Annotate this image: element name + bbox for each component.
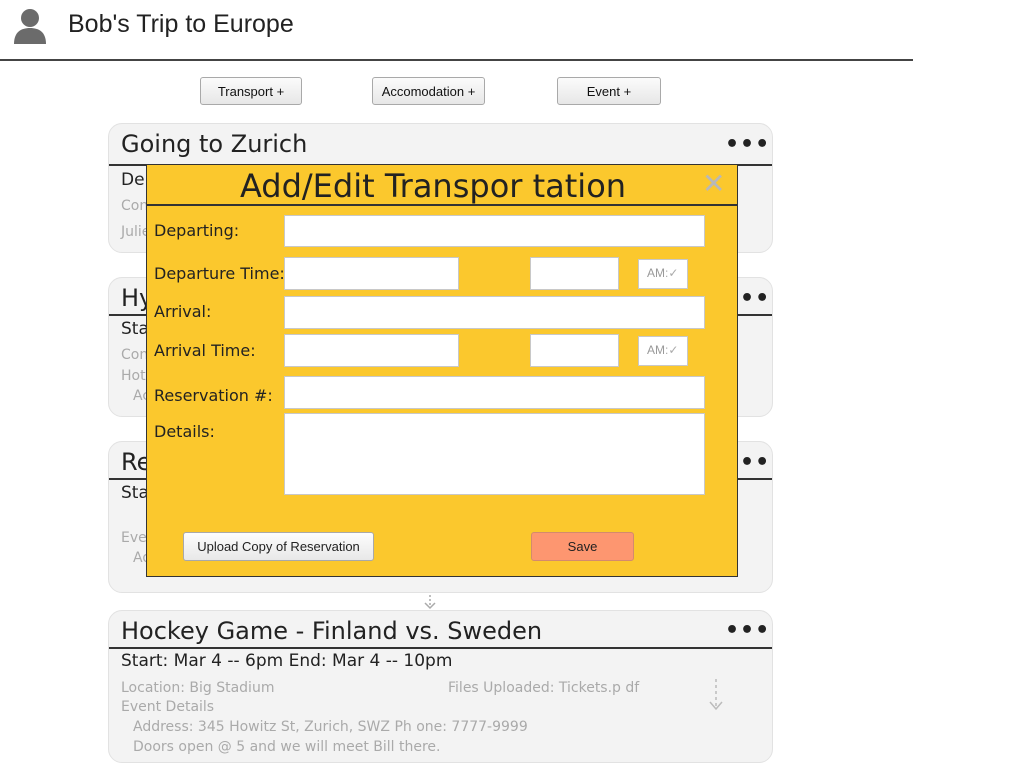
down-arrow-icon <box>709 679 723 711</box>
arrival-input[interactable] <box>284 296 705 329</box>
dialog-divider <box>147 204 737 206</box>
add-accommodation-button[interactable]: Accomodation + <box>372 77 485 105</box>
itinerary-card-event[interactable]: Hockey Game - Finland vs. Sweden ••• Sta… <box>108 610 773 763</box>
add-event-button[interactable]: Event + <box>557 77 661 105</box>
details-label: Details: <box>154 422 215 441</box>
event-location: Location: Big Stadium <box>121 680 275 696</box>
trip-title: Bob's Trip to Europe <box>68 10 294 38</box>
edit-transportation-dialog[interactable]: Add/Edit Transpor tation ✕ Departing: De… <box>146 164 738 577</box>
event-details-heading: Event Details <box>121 699 215 715</box>
upload-reservation-button[interactable]: Upload Copy of Reservation <box>183 532 374 561</box>
event-notes: Doors open @ 5 and we will meet Bill the… <box>133 739 441 755</box>
dialog-title: Add/Edit Transpor tation <box>239 167 627 205</box>
more-dots-icon[interactable]: ••• <box>725 132 770 157</box>
files-uploaded[interactable]: Files Uploaded: Tickets.p df <box>448 680 639 696</box>
card-line: Sta <box>121 319 149 339</box>
save-button[interactable]: Save <box>531 532 634 561</box>
event-address: Address: 345 Howitz St, Zurich, SWZ Ph o… <box>133 719 528 735</box>
reservation-input[interactable] <box>284 376 705 409</box>
departure-date-input[interactable] <box>284 257 459 290</box>
reservation-label: Reservation #: <box>154 386 273 405</box>
dropdown-check-icon: :✓ <box>665 343 679 357</box>
departing-input[interactable] <box>284 215 705 247</box>
card-detail: Con <box>121 347 149 363</box>
down-arrow-icon <box>424 595 436 610</box>
ampm-value: AM <box>647 343 665 357</box>
card-divider <box>109 647 772 649</box>
arrival-date-input[interactable] <box>284 334 459 367</box>
more-dots-icon[interactable]: ••• <box>725 618 770 643</box>
card-detail: Con <box>121 198 149 214</box>
card-title: Hockey Game - Finland vs. Sweden <box>121 617 543 645</box>
details-textarea[interactable] <box>284 413 705 495</box>
departure-time-label: Departure Time: <box>154 264 285 283</box>
close-icon[interactable]: ✕ <box>702 167 725 200</box>
header-divider <box>0 59 913 61</box>
arrival-hour-input[interactable] <box>530 334 619 367</box>
departure-hour-input[interactable] <box>530 257 619 290</box>
departure-ampm-select[interactable]: AM:✓ <box>638 259 688 289</box>
card-line: Sta <box>121 483 149 503</box>
user-avatar-icon[interactable] <box>13 8 47 44</box>
add-transport-button[interactable]: Transport + <box>200 77 302 105</box>
departing-label: Departing: <box>154 221 240 240</box>
arrival-ampm-select[interactable]: AM:✓ <box>638 336 688 366</box>
dropdown-check-icon: :✓ <box>665 266 679 280</box>
card-title: Going to Zurich <box>121 130 308 158</box>
arrival-time-label: Arrival Time: <box>154 341 256 360</box>
event-time: Start: Mar 4 -- 6pm End: Mar 4 -- 10pm <box>121 651 453 671</box>
arrival-label: Arrival: <box>154 302 212 321</box>
ampm-value: AM <box>647 266 665 280</box>
